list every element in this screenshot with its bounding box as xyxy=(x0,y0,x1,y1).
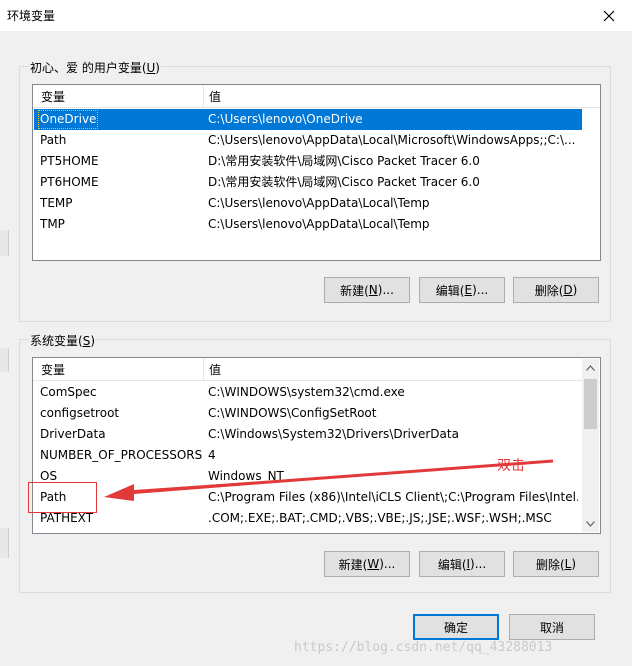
annotation-arrow-icon xyxy=(104,459,554,501)
annotation-label: 双击 xyxy=(497,458,525,474)
watermark: https://blog.csdn.net/qq_43288013 xyxy=(294,640,553,655)
